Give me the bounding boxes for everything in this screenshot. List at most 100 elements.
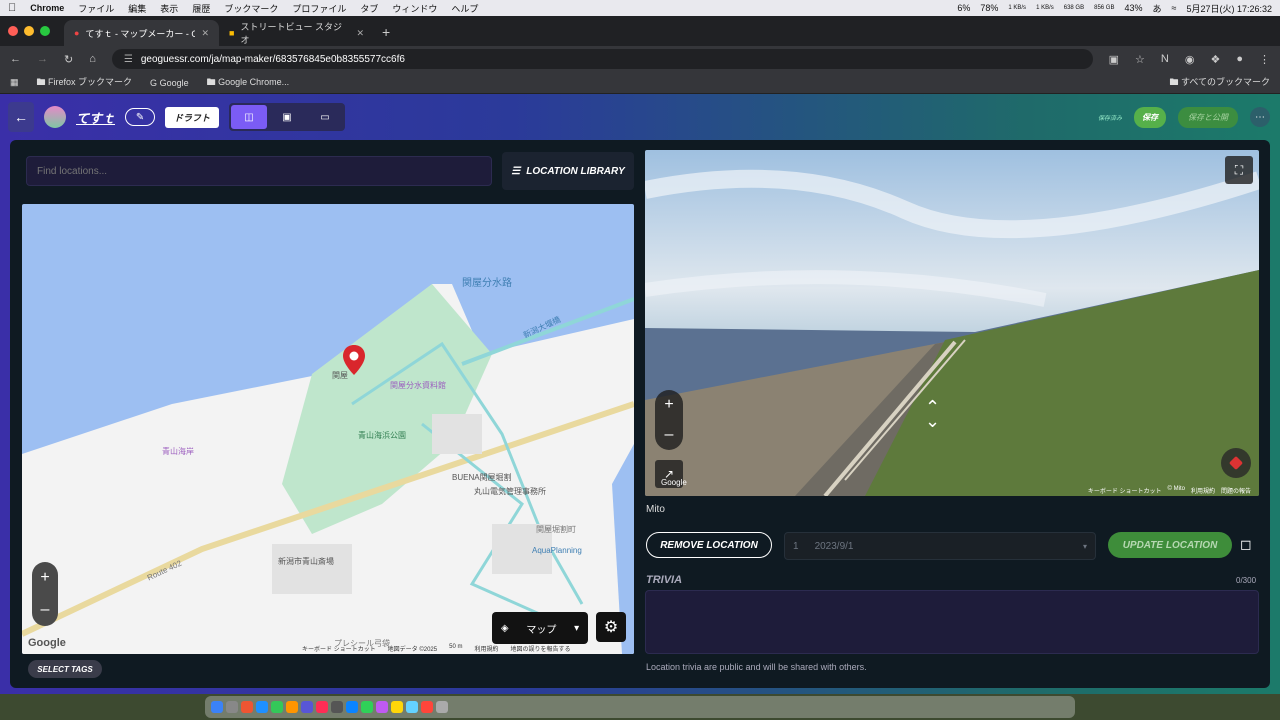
app-icon[interactable] xyxy=(286,701,298,713)
map-settings-gear-icon[interactable]: ⚙ xyxy=(596,612,626,642)
close-tab-icon[interactable]: ✕ xyxy=(201,28,209,39)
address-bar[interactable]: ☰ geoguessr.com/ja/map-maker/683576845e0… xyxy=(111,49,1093,69)
select-tags-button[interactable]: SELECT TAGS xyxy=(28,660,102,678)
menu-profile[interactable]: プロファイル xyxy=(292,2,346,15)
menu-file[interactable]: ファイル xyxy=(78,2,114,15)
app-menu[interactable]: Chrome xyxy=(30,3,64,13)
app-icon[interactable] xyxy=(316,701,328,713)
tab-streetview-studio[interactable]: ■ ストリートビュー スタジオ ✕ xyxy=(219,20,374,46)
sv-zoom-out-button[interactable]: – xyxy=(665,426,674,444)
update-location-button[interactable]: UPDATE LOCATION xyxy=(1108,532,1232,558)
map-only-icon[interactable]: ▭ xyxy=(307,105,343,129)
all-bookmarks[interactable]: 🖿 すべてのブックマーク xyxy=(1169,75,1270,91)
extension-icon[interactable]: ◉ xyxy=(1185,53,1195,66)
sv-zoom-in-button[interactable]: + xyxy=(664,396,673,414)
map-footer-shortcuts[interactable]: キーボード ショートカット xyxy=(302,644,376,653)
app-icon[interactable] xyxy=(376,701,388,713)
forward-arrow-icon[interactable]: → xyxy=(37,53,48,65)
chrome-menu-icon[interactable]: ⋮ xyxy=(1259,53,1270,66)
map-title[interactable]: てすｔ xyxy=(76,108,115,127)
menu-window[interactable]: ウィンドウ xyxy=(392,2,437,15)
bookmark-icon[interactable]: ◻ xyxy=(1240,536,1252,553)
bookmark-google[interactable]: G Google xyxy=(150,78,189,88)
app-icon[interactable] xyxy=(361,701,373,713)
profile-avatar[interactable]: ● xyxy=(1236,53,1243,66)
split-view-icon[interactable]: ◫ xyxy=(231,105,268,129)
layers-icon: ◈ xyxy=(500,622,509,634)
app-icon[interactable] xyxy=(391,701,403,713)
streetview-nav-arrows-icon[interactable]: ⌃ ⌄ xyxy=(925,398,940,430)
menu-bookmarks[interactable]: ブックマーク xyxy=(224,2,278,15)
zoom-in-button[interactable]: + xyxy=(40,569,49,587)
battery-status[interactable]: 78% xyxy=(980,3,998,13)
tab-map-maker[interactable]: ● てすｔ - マップメーカー - GeoG ✕ xyxy=(64,20,219,46)
streetview-only-icon[interactable]: ▣ xyxy=(269,105,305,129)
map-type-toggle[interactable]: ◈ マップ ▾ xyxy=(492,612,588,644)
map-view[interactable]: 関屋分水路 新潟大堰橋 関屋分水資料館 青山海浜公園 青山海岸 BUENA関屋堀… xyxy=(22,204,634,654)
map-footer-terms[interactable]: 利用規約 xyxy=(474,644,498,653)
streetview-canvas xyxy=(645,169,1259,496)
close-window-button[interactable] xyxy=(8,26,18,36)
clock[interactable]: 5月27日(火) 17:26:32 xyxy=(1186,2,1272,15)
edit-pencil-icon[interactable]: ✎ xyxy=(125,108,156,126)
puzzle-icon[interactable]: ❖ xyxy=(1210,53,1220,66)
menu-help[interactable]: ヘルプ xyxy=(451,2,478,15)
fullscreen-icon[interactable]: ⛶ xyxy=(1225,156,1253,184)
close-tab-icon[interactable]: ✕ xyxy=(356,28,364,39)
compass-icon[interactable] xyxy=(1221,448,1251,478)
menu-history[interactable]: 履歴 xyxy=(192,2,210,15)
sv-footer-terms[interactable]: 利用規約 xyxy=(1191,486,1215,495)
remove-location-button[interactable]: REMOVE LOCATION xyxy=(646,532,772,558)
avatar[interactable] xyxy=(44,106,66,128)
minimize-window-button[interactable] xyxy=(24,26,34,36)
map-footer-report[interactable]: 地図の誤りを報告する xyxy=(510,644,570,653)
install-icon[interactable]: ▣ xyxy=(1109,53,1119,66)
app-icon[interactable] xyxy=(301,701,313,713)
more-options-icon[interactable]: ⋯ xyxy=(1250,107,1270,127)
location-library-button[interactable]: ☰ LOCATION LIBRARY xyxy=(502,152,634,190)
app-icon[interactable] xyxy=(406,701,418,713)
finder-icon[interactable] xyxy=(211,701,223,713)
apps-grid-icon[interactable]: ▦ xyxy=(10,77,19,88)
home-icon[interactable]: ⌂ xyxy=(89,53,96,65)
app-icon[interactable] xyxy=(421,701,433,713)
back-arrow-icon[interactable]: ← xyxy=(10,53,21,65)
trash-icon[interactable] xyxy=(436,701,448,713)
cpu-status[interactable]: 6% xyxy=(957,3,970,13)
back-button[interactable]: ← xyxy=(8,102,34,132)
save-button[interactable]: 保存 xyxy=(1134,106,1166,128)
star-icon[interactable]: ☆ xyxy=(1135,53,1145,66)
date-select[interactable]: 1 2023/9/1 ▾ xyxy=(784,532,1096,560)
search-input[interactable] xyxy=(37,165,491,177)
bookmark-folder-chrome[interactable]: 🖿 Google Chrome... xyxy=(207,75,290,91)
status-icons: 6% 78% 1 KB/s 1 KB/s 638 GB 856 GB 43% あ… xyxy=(957,2,1272,15)
sv-footer-shortcuts[interactable]: キーボード ショートカット xyxy=(1088,486,1162,495)
app-icon[interactable] xyxy=(346,701,358,713)
bookmark-folder-firefox[interactable]: 🖿 Firefox ブックマーク xyxy=(37,75,133,91)
save-publish-button[interactable]: 保存と公開 xyxy=(1178,106,1238,128)
menu-tab[interactable]: タブ xyxy=(360,2,378,15)
apple-icon[interactable]:  xyxy=(8,2,16,14)
site-info-icon[interactable]: ☰ xyxy=(124,54,133,65)
chrome-icon[interactable] xyxy=(241,701,253,713)
zoom-out-button[interactable]: – xyxy=(41,601,50,619)
menu-edit[interactable]: 編集 xyxy=(128,2,146,15)
wifi-icon[interactable]: ≈ xyxy=(1172,3,1177,13)
safari-icon[interactable] xyxy=(256,701,268,713)
location-pin-icon[interactable] xyxy=(342,344,366,376)
zoom-window-button[interactable] xyxy=(40,26,50,36)
menu-view[interactable]: 表示 xyxy=(160,2,178,15)
google-logo: Google xyxy=(661,478,687,487)
app-icon[interactable] xyxy=(331,701,343,713)
trivia-textarea[interactable] xyxy=(645,590,1259,654)
sv-footer-report[interactable]: 問題の報告 xyxy=(1221,486,1251,495)
messages-icon[interactable] xyxy=(271,701,283,713)
streetview-panorama[interactable]: ⛶ + – ↗ Google ⌃ ⌄ キーボード ショートカット © Mito 利… xyxy=(645,150,1259,496)
ime-icon[interactable]: あ xyxy=(1152,2,1161,15)
macos-dock-area xyxy=(0,694,1280,720)
memory-status[interactable]: 43% xyxy=(1124,3,1142,13)
reload-icon[interactable]: ↻ xyxy=(64,53,73,66)
new-tab-button[interactable]: + xyxy=(374,24,398,46)
notion-extension-icon[interactable]: N xyxy=(1161,53,1169,66)
launchpad-icon[interactable] xyxy=(226,701,238,713)
